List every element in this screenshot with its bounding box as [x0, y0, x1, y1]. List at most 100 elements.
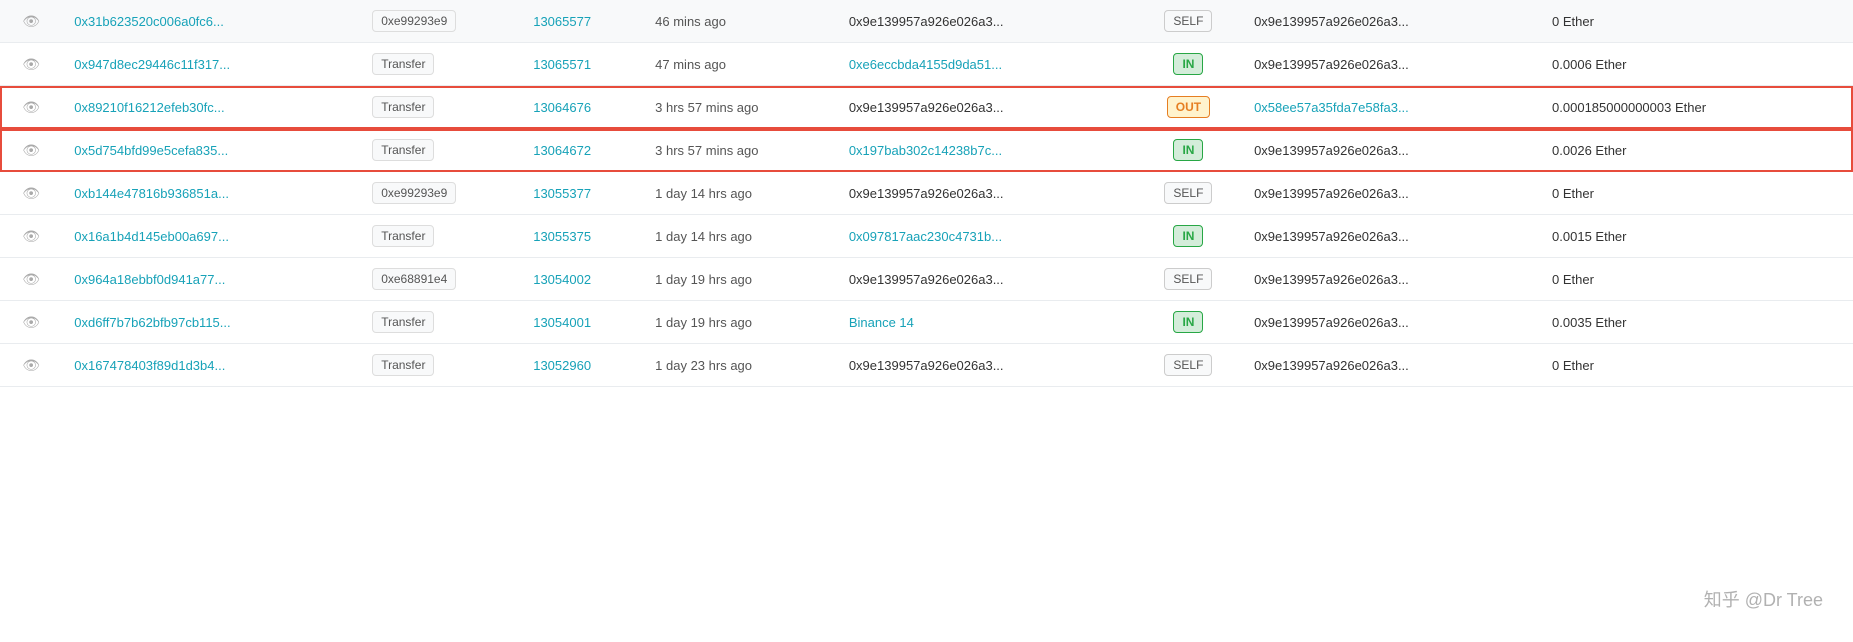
- eye-cell: 👁: [0, 301, 62, 344]
- eye-icon[interactable]: 👁: [22, 357, 40, 373]
- direction-badge: SELF: [1164, 354, 1212, 376]
- tx-hash-cell: 0x167478403f89d1d3b4...: [62, 344, 360, 387]
- extra-cell: [1808, 43, 1853, 86]
- from-address-link[interactable]: 0xe6eccbda4155d9da51...: [849, 57, 1002, 72]
- direction-cell: IN: [1135, 301, 1242, 344]
- eye-icon[interactable]: 👁: [22, 142, 40, 158]
- method-badge: 0xe99293e9: [372, 182, 456, 204]
- block-cell: 13065577: [521, 0, 643, 43]
- from-cell: 0x9e139957a926e026a3...: [837, 258, 1135, 301]
- direction-cell: IN: [1135, 43, 1242, 86]
- block-link[interactable]: 13055377: [533, 186, 591, 201]
- block-cell: 13054002: [521, 258, 643, 301]
- eye-cell: 👁: [0, 215, 62, 258]
- to-address-link[interactable]: 0x58ee57a35fda7e58fa3...: [1254, 100, 1409, 115]
- value-cell: 0.0015 Ether: [1540, 215, 1808, 258]
- tx-hash-cell: 0x5d754bfd99e5cefa835...: [62, 129, 360, 172]
- eye-icon[interactable]: 👁: [22, 185, 40, 201]
- direction-badge: IN: [1173, 311, 1203, 333]
- block-link[interactable]: 13064672: [533, 143, 591, 158]
- value-cell: 0 Ether: [1540, 258, 1808, 301]
- from-cell: 0x9e139957a926e026a3...: [837, 86, 1135, 129]
- eye-cell: 👁: [0, 43, 62, 86]
- to-cell: 0x9e139957a926e026a3...: [1242, 43, 1540, 86]
- tx-hash-cell: 0x947d8ec29446c11f317...: [62, 43, 360, 86]
- eye-icon[interactable]: 👁: [22, 13, 40, 29]
- eye-icon[interactable]: 👁: [22, 271, 40, 287]
- value-cell: 0 Ether: [1540, 0, 1808, 43]
- extra-cell: [1808, 172, 1853, 215]
- from-address-link[interactable]: 0x197bab302c14238b7c...: [849, 143, 1002, 158]
- tx-hash-link[interactable]: 0xb144e47816b936851a...: [74, 186, 229, 201]
- from-cell: 0x9e139957a926e026a3...: [837, 0, 1135, 43]
- tx-hash-link[interactable]: 0x16a1b4d145eb00a697...: [74, 229, 229, 244]
- table-row: 👁 0x167478403f89d1d3b4... Transfer 13052960…: [0, 344, 1853, 387]
- eye-icon[interactable]: 👁: [22, 99, 40, 115]
- table-row: 👁 0x31b623520c006a0fc6... 0xe99293e9 130655…: [0, 0, 1853, 43]
- eye-cell: 👁: [0, 172, 62, 215]
- method-badge: Transfer: [372, 354, 434, 376]
- eye-icon[interactable]: 👁: [22, 56, 40, 72]
- tx-hash-link[interactable]: 0x31b623520c006a0fc6...: [74, 14, 224, 29]
- block-cell: 13064676: [521, 86, 643, 129]
- block-link[interactable]: 13065571: [533, 57, 591, 72]
- method-cell: Transfer: [360, 301, 521, 344]
- to-address: 0x9e139957a926e026a3...: [1254, 229, 1409, 244]
- tx-hash-link[interactable]: 0xd6ff7b7b62bfb97cb115...: [74, 315, 230, 330]
- to-cell: 0x9e139957a926e026a3...: [1242, 0, 1540, 43]
- tx-hash-cell: 0x89210f16212efeb30fc...: [62, 86, 360, 129]
- from-cell: 0x9e139957a926e026a3...: [837, 172, 1135, 215]
- to-cell: 0x58ee57a35fda7e58fa3...: [1242, 86, 1540, 129]
- table-body: 👁 0x31b623520c006a0fc6... 0xe99293e9 130655…: [0, 0, 1853, 387]
- block-cell: 13052960: [521, 344, 643, 387]
- table-row: 👁 0x16a1b4d145eb00a697... Transfer 13055375…: [0, 215, 1853, 258]
- tx-hash-link[interactable]: 0x964a18ebbf0d941a77...: [74, 272, 225, 287]
- from-cell: Binance 14: [837, 301, 1135, 344]
- block-cell: 13064672: [521, 129, 643, 172]
- block-link[interactable]: 13052960: [533, 358, 591, 373]
- age-cell: 47 mins ago: [643, 43, 837, 86]
- from-address: 0x9e139957a926e026a3...: [849, 186, 1004, 201]
- tx-hash-link[interactable]: 0x5d754bfd99e5cefa835...: [74, 143, 228, 158]
- from-address: 0x9e139957a926e026a3...: [849, 272, 1004, 287]
- eye-icon[interactable]: 👁: [22, 228, 40, 244]
- transactions-table-container: 👁 0x31b623520c006a0fc6... 0xe99293e9 130655…: [0, 0, 1853, 387]
- method-badge: Transfer: [372, 225, 434, 247]
- block-link[interactable]: 13054002: [533, 272, 591, 287]
- age-cell: 1 day 19 hrs ago: [643, 258, 837, 301]
- table-row: 👁0x964a18ebbf0d941a77...0xe68891e4130540…: [0, 258, 1853, 301]
- block-link[interactable]: 13054001: [533, 315, 591, 330]
- method-cell: Transfer: [360, 86, 521, 129]
- direction-badge: IN: [1173, 53, 1203, 75]
- block-link[interactable]: 13065577: [533, 14, 591, 29]
- value-cell: 0.0026 Ether: [1540, 129, 1808, 172]
- from-address-link[interactable]: 0x097817aac230c4731b...: [849, 229, 1002, 244]
- from-cell: 0x9e139957a926e026a3...: [837, 344, 1135, 387]
- block-link[interactable]: 13055375: [533, 229, 591, 244]
- from-address-link[interactable]: Binance 14: [849, 315, 914, 330]
- to-address: 0x9e139957a926e026a3...: [1254, 272, 1409, 287]
- method-cell: 0xe99293e9: [360, 0, 521, 43]
- table-row: 👁 0xd6ff7b7b62bfb97cb115... Transfer 130540…: [0, 301, 1853, 344]
- extra-cell: [1808, 344, 1853, 387]
- direction-cell: IN: [1135, 215, 1242, 258]
- tx-hash-link[interactable]: 0x947d8ec29446c11f317...: [74, 57, 230, 72]
- extra-cell: [1808, 215, 1853, 258]
- eye-icon[interactable]: 👁: [22, 314, 40, 330]
- table-row: 👁 0x89210f16212efeb30fc... Transfer 1306467…: [0, 86, 1853, 129]
- to-cell: 0x9e139957a926e026a3...: [1242, 258, 1540, 301]
- direction-cell: SELF: [1135, 0, 1242, 43]
- eye-cell: 👁: [0, 344, 62, 387]
- tx-hash-link[interactable]: 0x167478403f89d1d3b4...: [74, 358, 225, 373]
- block-link[interactable]: 13064676: [533, 100, 591, 115]
- table-row: 👁0x5d754bfd99e5cefa835...Transfer1306467…: [0, 129, 1853, 172]
- method-badge: Transfer: [372, 96, 434, 118]
- value-cell: 0 Ether: [1540, 172, 1808, 215]
- age-cell: 1 day 14 hrs ago: [643, 215, 837, 258]
- method-badge: Transfer: [372, 53, 434, 75]
- value-cell: 0 Ether: [1540, 344, 1808, 387]
- extra-cell: [1808, 86, 1853, 129]
- tx-hash-link[interactable]: 0x89210f16212efeb30fc...: [74, 100, 224, 115]
- eye-cell: 👁: [0, 129, 62, 172]
- age-cell: 1 day 23 hrs ago: [643, 344, 837, 387]
